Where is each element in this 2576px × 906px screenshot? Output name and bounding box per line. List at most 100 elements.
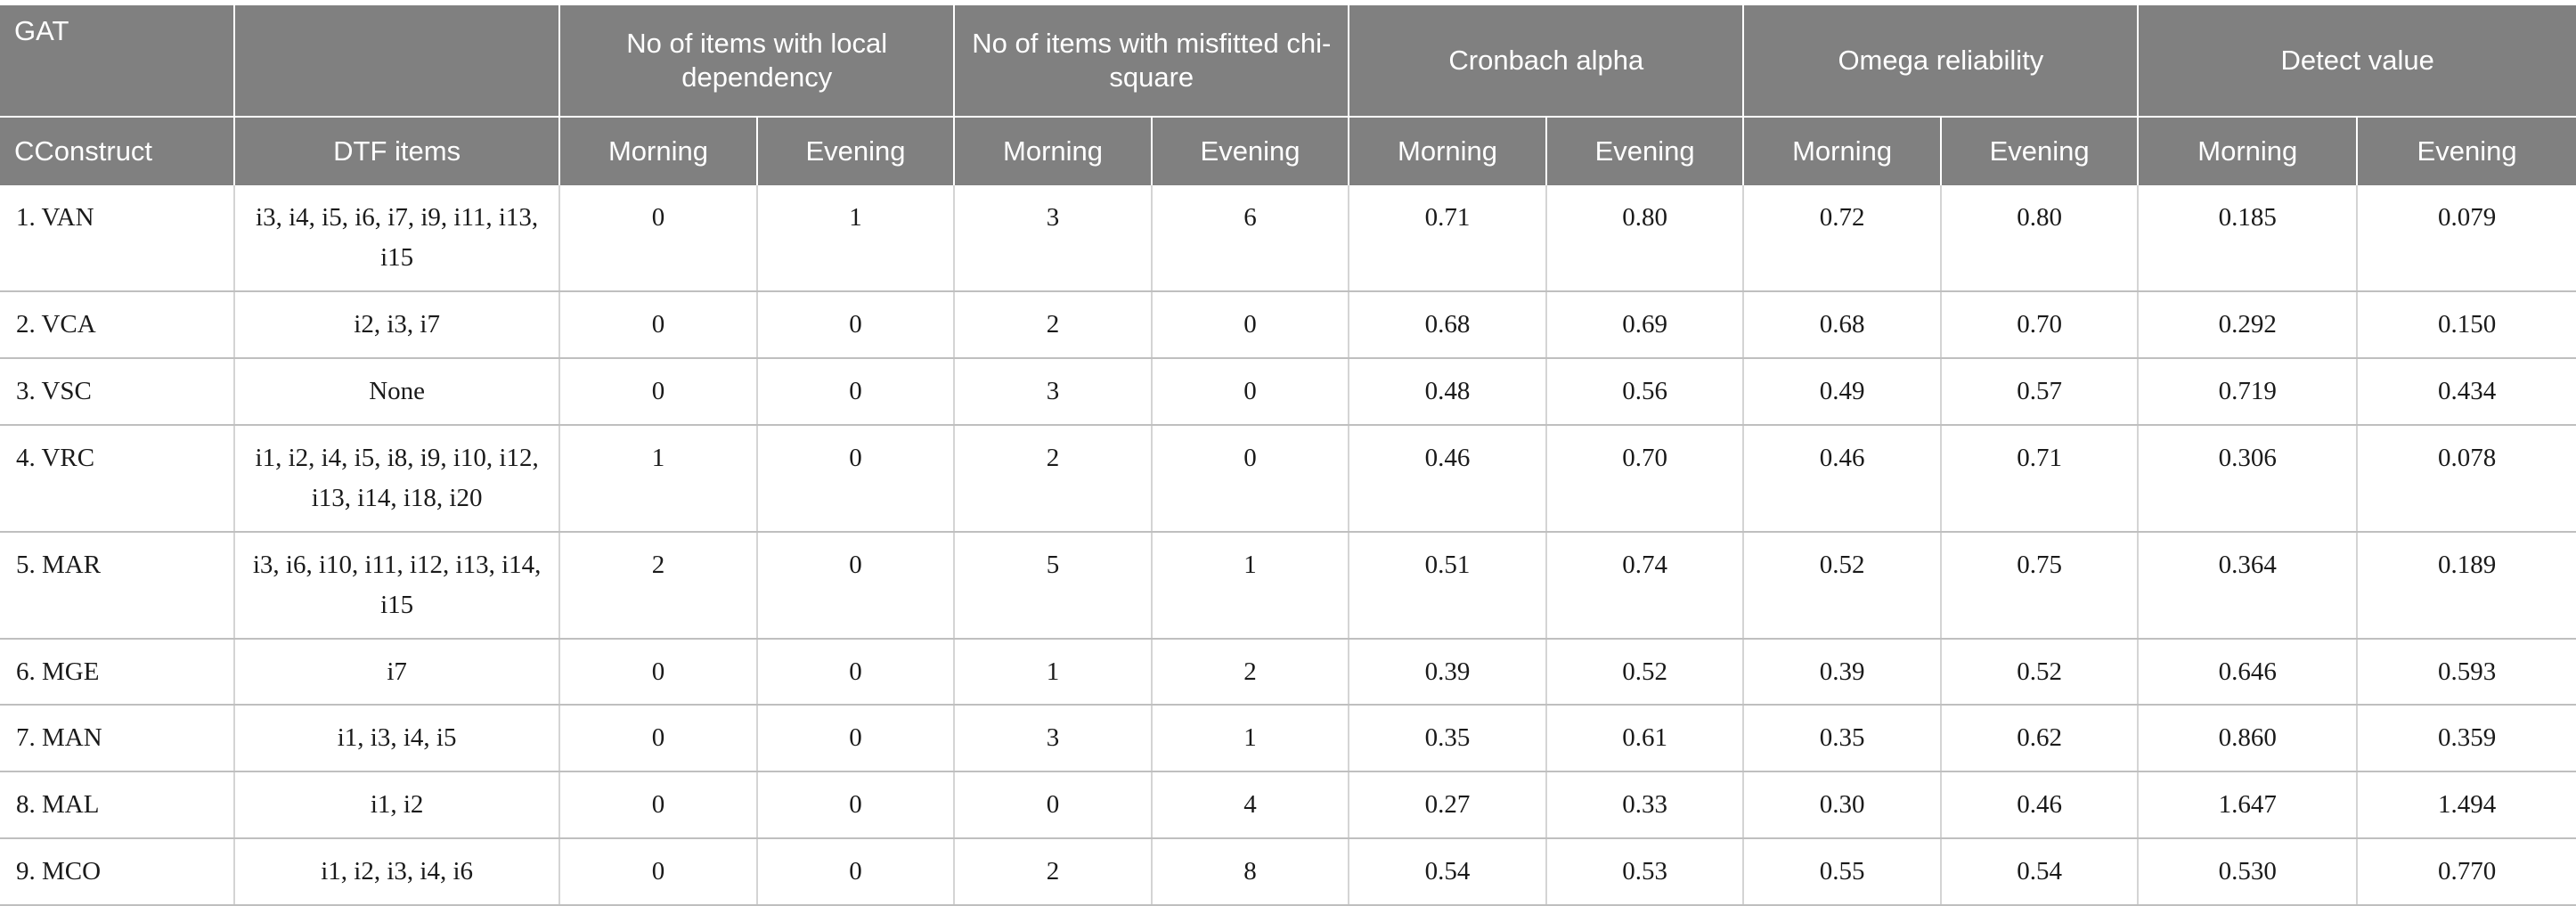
cell-omega-evening: 0.75 — [1940, 531, 2140, 640]
cell-detect-morning: 0.185 — [2138, 185, 2359, 292]
cell-omega-evening: 0.62 — [1940, 705, 2140, 773]
cell-ld-evening: 0 — [756, 290, 956, 359]
cell-chi-evening: 2 — [1151, 638, 1350, 706]
cell-ld-morning: 0 — [559, 185, 758, 292]
cell-construct: 6. MGE — [0, 638, 236, 706]
cell-omega-evening: 0.57 — [1940, 357, 2140, 426]
header-blank-cell — [234, 5, 561, 118]
cell-detect-evening: 0.593 — [2357, 638, 2576, 706]
cell-ld-morning: 1 — [559, 424, 758, 533]
cell-alpha-morning: 0.39 — [1349, 638, 1547, 706]
cell-omega-morning: 0.55 — [1743, 838, 1942, 906]
subheader-ld-evening: Evening — [756, 117, 956, 185]
cell-omega-evening: 0.54 — [1940, 838, 2140, 906]
subheader-detect-morning: Morning — [2138, 117, 2359, 185]
cell-detect-evening: 0.359 — [2357, 705, 2576, 773]
cell-chi-morning: 2 — [954, 838, 1153, 906]
cell-alpha-morning: 0.46 — [1349, 424, 1547, 533]
cell-alpha-morning: 0.51 — [1349, 531, 1547, 640]
cell-chi-morning: 2 — [954, 424, 1153, 533]
table-header: GAT No of items with local dependency No… — [0, 5, 2576, 185]
cell-omega-morning: 0.72 — [1743, 185, 1942, 292]
cell-ld-evening: 0 — [756, 771, 956, 840]
cell-detect-evening: 1.494 — [2357, 771, 2576, 840]
table-row: 4. VRC i1, i2, i4, i5, i8, i9, i10, i12, … — [0, 424, 2576, 533]
cell-ld-morning: 0 — [559, 705, 758, 773]
cell-alpha-morning: 0.48 — [1349, 357, 1547, 426]
cell-detect-evening: 0.078 — [2357, 424, 2576, 533]
cell-ld-morning: 0 — [559, 771, 758, 840]
cell-omega-morning: 0.46 — [1743, 424, 1942, 533]
subheader-omega-evening: Evening — [1940, 117, 2140, 185]
cell-alpha-evening: 0.33 — [1545, 771, 1745, 840]
cell-detect-evening: 0.189 — [2357, 531, 2576, 640]
subheader-cconstruct: CConstruct — [0, 117, 236, 185]
subheader-alpha-evening: Evening — [1545, 117, 1745, 185]
cell-detect-evening: 0.434 — [2357, 357, 2576, 426]
subheader-dtf-items: DTF items — [234, 117, 561, 185]
cell-omega-evening: 0.80 — [1940, 185, 2140, 292]
subheader-chi-evening: Evening — [1151, 117, 1350, 185]
cell-omega-morning: 0.52 — [1743, 531, 1942, 640]
cell-dtf-items: i1, i2 — [234, 771, 561, 840]
cell-detect-morning: 0.292 — [2138, 290, 2359, 359]
table-body: 1. VAN i3, i4, i5, i6, i7, i9, i11, i13, … — [0, 185, 2576, 906]
table-row: 9. MCO i1, i2, i3, i4, i6 0 0 2 8 0.54 0.53 0.55… — [0, 838, 2576, 906]
table-row: 2. VCA i2, i3, i7 0 0 2 0 0.68 0.69 0.68 0.70 0.29… — [0, 290, 2576, 359]
cell-alpha-morning: 0.54 — [1349, 838, 1547, 906]
header-group-row: GAT No of items with local dependency No… — [0, 5, 2576, 118]
cell-chi-evening: 1 — [1151, 705, 1350, 773]
cell-alpha-evening: 0.69 — [1545, 290, 1745, 359]
header-subgroup-row: CConstruct DTF items Morning Evening Mor… — [0, 117, 2576, 185]
cell-omega-evening: 0.46 — [1940, 771, 2140, 840]
cell-ld-morning: 2 — [559, 531, 758, 640]
gat-results-table: GAT No of items with local dependency No… — [0, 5, 2576, 906]
cell-alpha-morning: 0.68 — [1349, 290, 1547, 359]
cell-ld-evening: 0 — [756, 357, 956, 426]
cell-alpha-morning: 0.27 — [1349, 771, 1547, 840]
cell-construct: 8. MAL — [0, 771, 236, 840]
cell-alpha-evening: 0.53 — [1545, 838, 1745, 906]
cell-chi-morning: 2 — [954, 290, 1153, 359]
header-group-detect-value: Detect value — [2138, 5, 2576, 118]
cell-chi-morning: 5 — [954, 531, 1153, 640]
subheader-omega-morning: Morning — [1743, 117, 1942, 185]
cell-chi-evening: 0 — [1151, 290, 1350, 359]
table-row: 1. VAN i3, i4, i5, i6, i7, i9, i11, i13, … — [0, 185, 2576, 292]
cell-chi-morning: 0 — [954, 771, 1153, 840]
cell-construct: 4. VRC — [0, 424, 236, 533]
cell-ld-morning: 0 — [559, 638, 758, 706]
cell-ld-evening: 0 — [756, 424, 956, 533]
cell-omega-evening: 0.70 — [1940, 290, 2140, 359]
cell-ld-morning: 0 — [559, 290, 758, 359]
header-group-cronbach-alpha: Cronbach alpha — [1349, 5, 1745, 118]
cell-chi-morning: 3 — [954, 705, 1153, 773]
cell-ld-morning: 0 — [559, 838, 758, 906]
cell-omega-morning: 0.35 — [1743, 705, 1942, 773]
cell-dtf-items: i1, i3, i4, i5 — [234, 705, 561, 773]
cell-construct: 9. MCO — [0, 838, 236, 906]
subheader-detect-evening: Evening — [2357, 117, 2576, 185]
cell-alpha-evening: 0.56 — [1545, 357, 1745, 426]
cell-chi-morning: 3 — [954, 357, 1153, 426]
header-group-misfitted-chi-square: No of items with misfitted chi-square — [954, 5, 1350, 118]
cell-construct: 2. VCA — [0, 290, 236, 359]
cell-construct: 7. MAN — [0, 705, 236, 773]
table-row: 5. MAR i3, i6, i10, i11, i12, i13, i14, i… — [0, 531, 2576, 640]
cell-chi-evening: 1 — [1151, 531, 1350, 640]
table-row: 6. MGE i7 0 0 1 2 0.39 0.52 0.39 0.52 0.646 0.593 — [0, 638, 2576, 706]
header-gat-title: GAT — [0, 5, 236, 118]
cell-chi-evening: 6 — [1151, 185, 1350, 292]
cell-alpha-evening: 0.52 — [1545, 638, 1745, 706]
cell-detect-morning: 1.647 — [2138, 771, 2359, 840]
cell-omega-morning: 0.39 — [1743, 638, 1942, 706]
cell-dtf-items: i2, i3, i7 — [234, 290, 561, 359]
cell-omega-evening: 0.52 — [1940, 638, 2140, 706]
cell-dtf-items: None — [234, 357, 561, 426]
cell-construct: 3. VSC — [0, 357, 236, 426]
cell-detect-morning: 0.719 — [2138, 357, 2359, 426]
cell-omega-evening: 0.71 — [1940, 424, 2140, 533]
cell-chi-evening: 0 — [1151, 357, 1350, 426]
cell-omega-morning: 0.30 — [1743, 771, 1942, 840]
table-row: 7. MAN i1, i3, i4, i5 0 0 3 1 0.35 0.61 0.35 0.62… — [0, 705, 2576, 773]
